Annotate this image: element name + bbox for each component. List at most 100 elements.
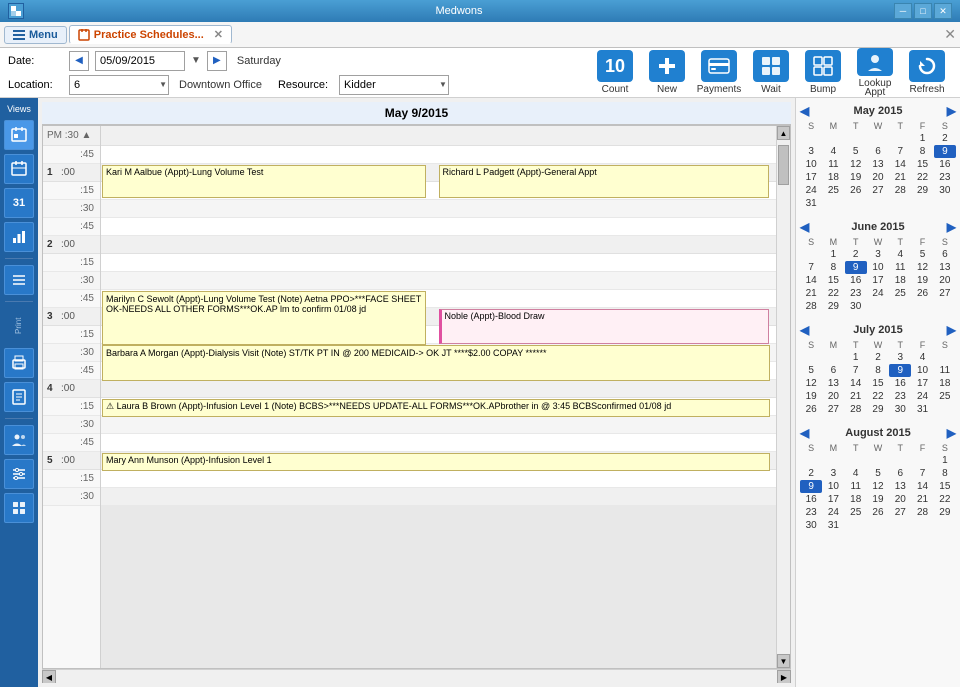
aug-cell[interactable]: 14	[911, 480, 933, 493]
july-cell[interactable]: 28	[845, 403, 867, 416]
july-cell[interactable]: 5	[800, 364, 822, 377]
may-cell[interactable]: 2	[934, 132, 956, 145]
close-tab-button[interactable]: ✕	[214, 28, 223, 41]
may-next-button[interactable]: ▶	[947, 104, 956, 118]
aug-cell[interactable]: 15	[934, 480, 956, 493]
scroll-down-button[interactable]: ▼	[777, 654, 790, 668]
july-cell[interactable]: 26	[800, 403, 822, 416]
june-cell[interactable]: 10	[867, 261, 889, 274]
may-cell[interactable]: 3	[800, 145, 822, 158]
sidebar-grid-icon[interactable]	[4, 493, 34, 523]
count-button[interactable]: 10 Count	[590, 48, 640, 98]
june-cell[interactable]: 29	[822, 300, 844, 313]
june-cell[interactable]: 18	[889, 274, 911, 287]
resource-dropdown-icon[interactable]: ▼	[439, 80, 447, 89]
minimize-button[interactable]: ─	[894, 3, 912, 19]
aug-cell[interactable]: 26	[867, 506, 889, 519]
july-cell[interactable]: 17	[911, 377, 933, 390]
june-cell[interactable]: 16	[845, 274, 867, 287]
july-cell-9[interactable]: 9	[889, 364, 911, 377]
aug-cell[interactable]: 28	[911, 506, 933, 519]
aug-cell[interactable]: 29	[934, 506, 956, 519]
june-cell[interactable]: 24	[867, 287, 889, 300]
aug-cell[interactable]: 7	[911, 467, 933, 480]
july-next-button[interactable]: ▶	[947, 323, 956, 337]
may-cell[interactable]: 1	[911, 132, 933, 145]
practice-schedules-tab[interactable]: Practice Schedules... ✕	[69, 25, 232, 44]
aug-cell[interactable]: 23	[800, 506, 822, 519]
sidebar-calendar-day-icon[interactable]	[4, 120, 34, 150]
may-cell[interactable]: 15	[911, 158, 933, 171]
location-input[interactable]	[69, 75, 169, 95]
scroll-thumb[interactable]	[778, 145, 789, 185]
aug-cell[interactable]: 3	[822, 467, 844, 480]
august-prev-button[interactable]: ◀	[800, 426, 809, 440]
bump-button[interactable]: Bump	[798, 48, 848, 98]
may-cell[interactable]: 10	[800, 158, 822, 171]
may-cell[interactable]: 25	[822, 184, 844, 197]
aug-cell[interactable]: 10	[822, 480, 844, 493]
july-cell[interactable]: 18	[934, 377, 956, 390]
vertical-scrollbar[interactable]: ▲ ▼	[776, 126, 790, 668]
aug-cell-9[interactable]: 9	[800, 480, 822, 493]
appointment-barbara-morgan[interactable]: Barbara A Morgan (Appt)-Dialysis Visit (…	[102, 345, 770, 381]
july-cell[interactable]: 8	[867, 364, 889, 377]
july-cell[interactable]: 25	[934, 390, 956, 403]
appointment-laura-brown[interactable]: ⚠ Laura B Brown (Appt)-Infusion Level 1 …	[102, 399, 770, 417]
may-cell[interactable]: 16	[934, 158, 956, 171]
may-cell[interactable]: 11	[822, 158, 844, 171]
may-cell[interactable]: 13	[867, 158, 889, 171]
june-cell[interactable]: 13	[934, 261, 956, 274]
june-cell[interactable]: 21	[800, 287, 822, 300]
scroll-up-button[interactable]: ▲	[777, 126, 790, 140]
may-cell[interactable]	[889, 132, 911, 145]
may-cell[interactable]: 5	[845, 145, 867, 158]
may-cell[interactable]: 28	[889, 184, 911, 197]
june-cell[interactable]: 4	[889, 248, 911, 261]
june-cell[interactable]: 14	[800, 274, 822, 287]
new-button[interactable]: New	[642, 48, 692, 98]
aug-cell[interactable]: 16	[800, 493, 822, 506]
july-cell[interactable]: 30	[889, 403, 911, 416]
aug-cell[interactable]: 12	[867, 480, 889, 493]
may-cell[interactable]: 26	[845, 184, 867, 197]
june-cell[interactable]: 20	[934, 274, 956, 287]
june-cell[interactable]: 2	[845, 248, 867, 261]
may-cell[interactable]: 22	[911, 171, 933, 184]
sidebar-users-icon[interactable]	[4, 425, 34, 455]
may-cell[interactable]: 6	[867, 145, 889, 158]
july-cell[interactable]: 14	[845, 377, 867, 390]
aug-cell[interactable]: 6	[889, 467, 911, 480]
aug-cell[interactable]: 18	[845, 493, 867, 506]
may-cell[interactable]: 17	[800, 171, 822, 184]
may-cell[interactable]: 23	[934, 171, 956, 184]
close-all-button[interactable]: ✕	[944, 26, 956, 43]
sidebar-print-icon[interactable]	[4, 348, 34, 378]
sidebar-list-icon[interactable]	[4, 265, 34, 295]
may-cell[interactable]: 30	[934, 184, 956, 197]
july-cell[interactable]: 11	[934, 364, 956, 377]
june-next-button[interactable]: ▶	[947, 220, 956, 234]
aug-cell[interactable]: 31	[822, 519, 844, 532]
aug-cell[interactable]: 8	[934, 467, 956, 480]
sidebar-settings-icon[interactable]	[4, 459, 34, 489]
july-cell[interactable]: 31	[911, 403, 933, 416]
july-cell[interactable]: 7	[845, 364, 867, 377]
appointment-noble[interactable]: Noble (Appt)-Blood Draw	[439, 309, 770, 344]
august-next-button[interactable]: ▶	[947, 426, 956, 440]
may-cell[interactable]: 14	[889, 158, 911, 171]
close-button[interactable]: ✕	[934, 3, 952, 19]
july-cell[interactable]: 13	[822, 377, 844, 390]
aug-cell[interactable]: 20	[889, 493, 911, 506]
may-prev-button[interactable]: ◀	[800, 104, 809, 118]
sidebar-chart-icon[interactable]	[4, 222, 34, 252]
aug-cell[interactable]: 2	[800, 467, 822, 480]
menu-button[interactable]: Menu	[4, 26, 67, 44]
july-cell[interactable]: 12	[800, 377, 822, 390]
may-cell[interactable]: 24	[800, 184, 822, 197]
date-next-button[interactable]: ▶	[207, 51, 227, 71]
july-cell[interactable]: 19	[800, 390, 822, 403]
scroll-right-button[interactable]: ▶	[777, 670, 791, 683]
may-cell[interactable]: 27	[867, 184, 889, 197]
june-cell[interactable]: 7	[800, 261, 822, 274]
